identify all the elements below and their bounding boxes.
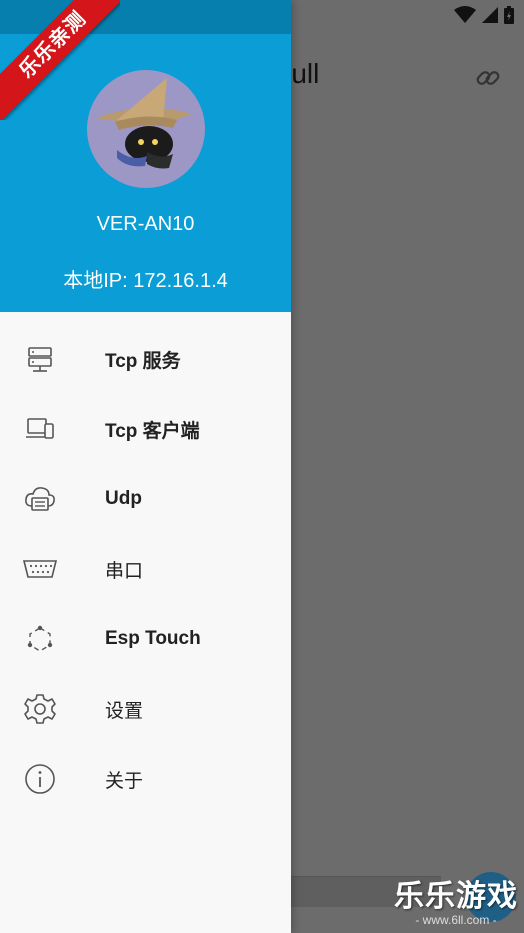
cloud-printer-icon: [22, 481, 58, 517]
devices-icon: [22, 411, 58, 447]
menu-item-label: Tcp 服务: [105, 350, 181, 372]
menu-item-label: 串口: [105, 560, 144, 582]
watermark-brand-url: - www.6ll.com -: [415, 913, 497, 927]
info-icon: [22, 761, 58, 797]
menu-item-label: 关于: [105, 770, 144, 792]
watermark-ribbon-text: 乐乐亲测: [0, 0, 120, 120]
menu-item-about[interactable]: 关于: [0, 744, 291, 814]
network-nodes-icon: [22, 621, 58, 657]
gear-icon: [22, 691, 58, 727]
signal-icon: [482, 7, 498, 23]
menu-item-settings[interactable]: 设置: [0, 674, 291, 744]
menu-item-tcp-client[interactable]: Tcp 客户端: [0, 394, 291, 464]
menu-item-label: Tcp 客户端: [105, 420, 200, 442]
watermark-ribbon: 乐乐亲测: [0, 0, 120, 120]
serial-port-icon: [22, 551, 58, 587]
battery-icon: [504, 6, 514, 24]
menu-item-serial-port[interactable]: 串口: [0, 534, 291, 604]
menu-item-label: 设置: [105, 700, 144, 722]
watermark-brand: 乐乐游戏 - www.6ll.com -: [394, 880, 518, 928]
status-icons: [454, 6, 514, 24]
server-icon: [22, 341, 58, 377]
local-ip: 本地IP: 172.16.1.4: [63, 270, 228, 292]
navigation-drawer: VER-AN10 本地IP: 172.16.1.4 Tcp 服务 Tcp 客户端…: [0, 0, 291, 933]
menu-item-label: Esp Touch: [105, 628, 201, 649]
device-name: VER-AN10: [96, 213, 195, 235]
menu-item-udp[interactable]: Udp: [0, 464, 291, 534]
wifi-icon: [454, 6, 476, 23]
menu-item-tcp-server[interactable]: Tcp 服务: [0, 324, 291, 394]
link-icon[interactable]: [474, 64, 502, 92]
menu-item-label: Udp: [105, 488, 142, 509]
menu-item-esp-touch[interactable]: Esp Touch: [0, 604, 291, 674]
watermark-brand-name: 乐乐游戏: [394, 880, 518, 913]
